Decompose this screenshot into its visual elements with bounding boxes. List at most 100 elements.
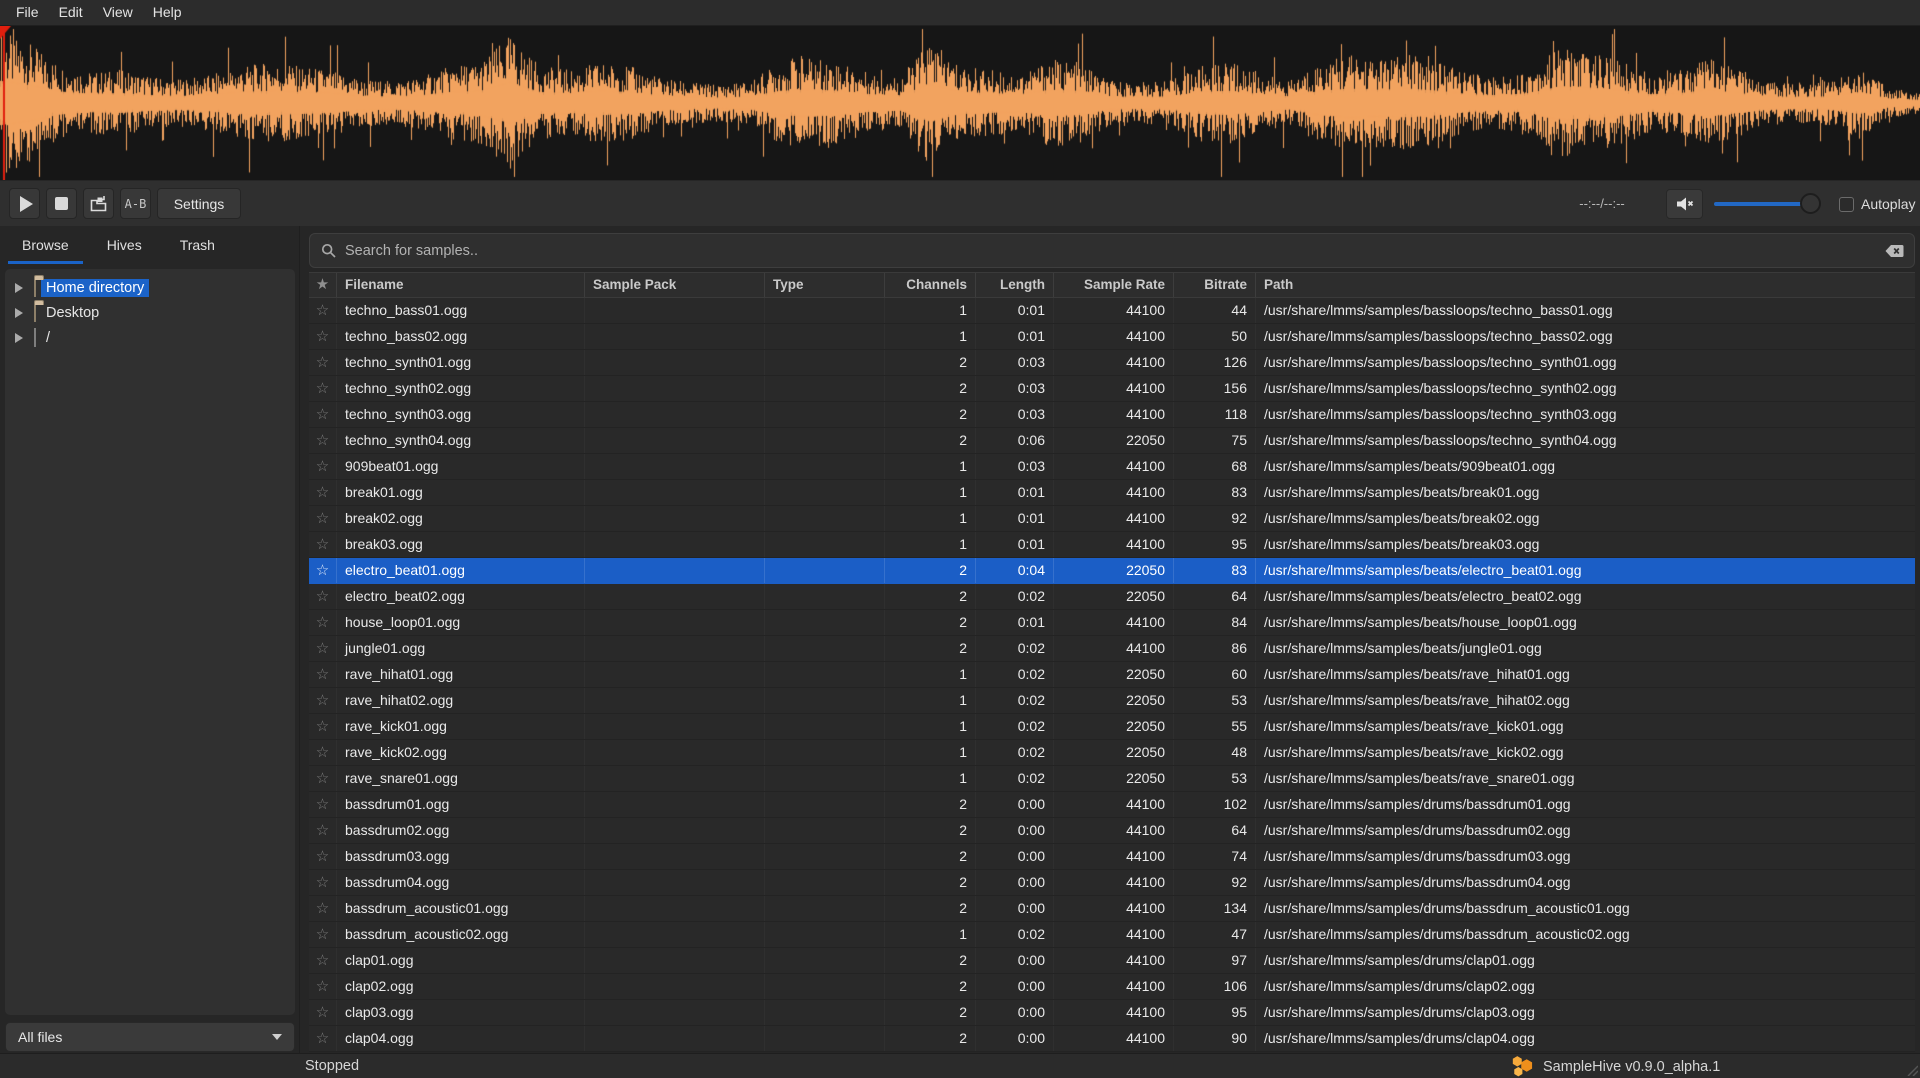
table-row[interactable]: ☆909beat01.ogg10:034410068/usr/share/lmm… [309, 454, 1915, 480]
favorite-cell[interactable]: ☆ [309, 402, 337, 427]
star-outline-icon[interactable]: ☆ [316, 614, 329, 631]
star-outline-icon[interactable]: ☆ [316, 640, 329, 657]
favorite-cell[interactable]: ☆ [309, 558, 337, 583]
star-outline-icon[interactable]: ☆ [316, 354, 329, 371]
expander-icon[interactable] [15, 333, 23, 343]
table-row[interactable]: ☆bassdrum_acoustic02.ogg10:024410047/usr… [309, 922, 1915, 948]
favorite-cell[interactable]: ☆ [309, 324, 337, 349]
star-outline-icon[interactable]: ☆ [316, 926, 329, 943]
expander-icon[interactable] [15, 283, 23, 293]
favorite-cell[interactable]: ☆ [309, 896, 337, 921]
star-outline-icon[interactable]: ☆ [316, 406, 329, 423]
table-row[interactable]: ☆bassdrum03.ogg20:004410074/usr/share/lm… [309, 844, 1915, 870]
tree-item-desktop[interactable]: Desktop [5, 300, 295, 325]
favorite-cell[interactable]: ☆ [309, 818, 337, 843]
stop-button[interactable] [46, 188, 77, 219]
settings-button[interactable]: Settings [157, 188, 241, 219]
star-outline-icon[interactable]: ☆ [316, 666, 329, 683]
favorite-cell[interactable]: ☆ [309, 610, 337, 635]
star-outline-icon[interactable]: ☆ [316, 952, 329, 969]
favorite-cell[interactable]: ☆ [309, 454, 337, 479]
favorite-cell[interactable]: ☆ [309, 766, 337, 791]
favorite-cell[interactable]: ☆ [309, 974, 337, 999]
column-header-sample-pack[interactable]: Sample Pack [585, 273, 765, 297]
favorite-cell[interactable]: ☆ [309, 584, 337, 609]
star-outline-icon[interactable]: ☆ [316, 328, 329, 345]
table-row[interactable]: ☆techno_synth02.ogg20:0344100156/usr/sha… [309, 376, 1915, 402]
favorite-cell[interactable]: ☆ [309, 844, 337, 869]
table-row[interactable]: ☆techno_synth03.ogg20:0344100118/usr/sha… [309, 402, 1915, 428]
table-row[interactable]: ☆clap03.ogg20:004410095/usr/share/lmms/s… [309, 1000, 1915, 1026]
mute-button[interactable] [1666, 189, 1703, 219]
star-outline-icon[interactable]: ☆ [316, 432, 329, 449]
table-row[interactable]: ☆bassdrum_acoustic01.ogg20:0044100134/us… [309, 896, 1915, 922]
star-outline-icon[interactable]: ☆ [316, 718, 329, 735]
table-row[interactable]: ☆break02.ogg10:014410092/usr/share/lmms/… [309, 506, 1915, 532]
tree-item--[interactable]: / [5, 325, 295, 350]
column-header-channels[interactable]: Channels [885, 273, 976, 297]
star-outline-icon[interactable]: ☆ [316, 380, 329, 397]
table-row[interactable]: ☆electro_beat02.ogg20:022205064/usr/shar… [309, 584, 1915, 610]
favorite-cell[interactable]: ☆ [309, 948, 337, 973]
expander-icon[interactable] [15, 308, 23, 318]
column-header-type[interactable]: Type [765, 273, 885, 297]
favorite-cell[interactable]: ☆ [309, 480, 337, 505]
favorite-cell[interactable]: ☆ [309, 870, 337, 895]
star-outline-icon[interactable]: ☆ [316, 692, 329, 709]
table-row[interactable]: ☆break03.ogg10:014410095/usr/share/lmms/… [309, 532, 1915, 558]
column-header-bitrate[interactable]: Bitrate [1174, 273, 1256, 297]
favorite-cell[interactable]: ☆ [309, 740, 337, 765]
table-row[interactable]: ☆rave_kick02.ogg10:022205048/usr/share/l… [309, 740, 1915, 766]
waveform-canvas[interactable] [0, 26, 1920, 180]
waveform-panel[interactable] [0, 26, 1920, 180]
table-row[interactable]: ☆techno_synth01.ogg20:0344100126/usr/sha… [309, 350, 1915, 376]
table-row[interactable]: ☆techno_synth04.ogg20:062205075/usr/shar… [309, 428, 1915, 454]
autoplay-checkbox[interactable] [1839, 197, 1854, 212]
loop-sample-button[interactable] [83, 188, 114, 219]
loop-ab-button[interactable]: A-B [120, 188, 151, 219]
star-outline-icon[interactable]: ☆ [316, 796, 329, 813]
star-outline-icon[interactable]: ☆ [316, 1030, 329, 1047]
star-outline-icon[interactable]: ☆ [316, 770, 329, 787]
favorite-cell[interactable]: ☆ [309, 1000, 337, 1025]
table-row[interactable]: ☆jungle01.ogg20:024410086/usr/share/lmms… [309, 636, 1915, 662]
favorite-cell[interactable]: ☆ [309, 1026, 337, 1051]
table-row[interactable]: ☆house_loop01.ogg20:014410084/usr/share/… [309, 610, 1915, 636]
favorite-cell[interactable]: ☆ [309, 714, 337, 739]
table-row[interactable]: ☆bassdrum04.ogg20:004410092/usr/share/lm… [309, 870, 1915, 896]
play-button[interactable] [9, 188, 40, 219]
star-outline-icon[interactable]: ☆ [316, 822, 329, 839]
table-row[interactable]: ☆techno_bass02.ogg10:014410050/usr/share… [309, 324, 1915, 350]
column-header-path[interactable]: Path [1256, 273, 1915, 297]
search-input[interactable] [345, 243, 1885, 259]
menu-item-view[interactable]: View [93, 0, 143, 25]
star-outline-icon[interactable]: ☆ [316, 536, 329, 553]
star-outline-icon[interactable]: ☆ [316, 1004, 329, 1021]
favorite-cell[interactable]: ☆ [309, 376, 337, 401]
star-outline-icon[interactable]: ☆ [316, 458, 329, 475]
favorite-cell[interactable]: ☆ [309, 792, 337, 817]
star-outline-icon[interactable]: ☆ [316, 510, 329, 527]
tree-item-home-directory[interactable]: Home directory [5, 275, 295, 300]
table-row[interactable]: ☆rave_hihat01.ogg10:022205060/usr/share/… [309, 662, 1915, 688]
favorite-cell[interactable]: ☆ [309, 506, 337, 531]
star-outline-icon[interactable]: ☆ [316, 978, 329, 995]
table-row[interactable]: ☆rave_hihat02.ogg10:022205053/usr/share/… [309, 688, 1915, 714]
table-row[interactable]: ☆bassdrum02.ogg20:004410064/usr/share/lm… [309, 818, 1915, 844]
star-outline-icon[interactable]: ☆ [316, 588, 329, 605]
column-header-filename[interactable]: Filename [337, 273, 585, 297]
resize-grip[interactable] [1903, 1061, 1918, 1076]
star-outline-icon[interactable]: ☆ [316, 562, 329, 579]
clear-search-icon[interactable] [1885, 244, 1904, 258]
table-row[interactable]: ☆clap01.ogg20:004410097/usr/share/lmms/s… [309, 948, 1915, 974]
menu-item-file[interactable]: File [6, 0, 49, 25]
table-row[interactable]: ☆break01.ogg10:014410083/usr/share/lmms/… [309, 480, 1915, 506]
favorite-cell[interactable]: ☆ [309, 298, 337, 323]
favorite-cell[interactable]: ☆ [309, 688, 337, 713]
menu-item-edit[interactable]: Edit [49, 0, 93, 25]
column-header-favorite[interactable]: ★ [309, 273, 337, 297]
tab-hives[interactable]: Hives [91, 226, 158, 266]
star-outline-icon[interactable]: ☆ [316, 484, 329, 501]
star-outline-icon[interactable]: ☆ [316, 900, 329, 917]
table-row[interactable]: ☆rave_kick01.ogg10:022205055/usr/share/l… [309, 714, 1915, 740]
